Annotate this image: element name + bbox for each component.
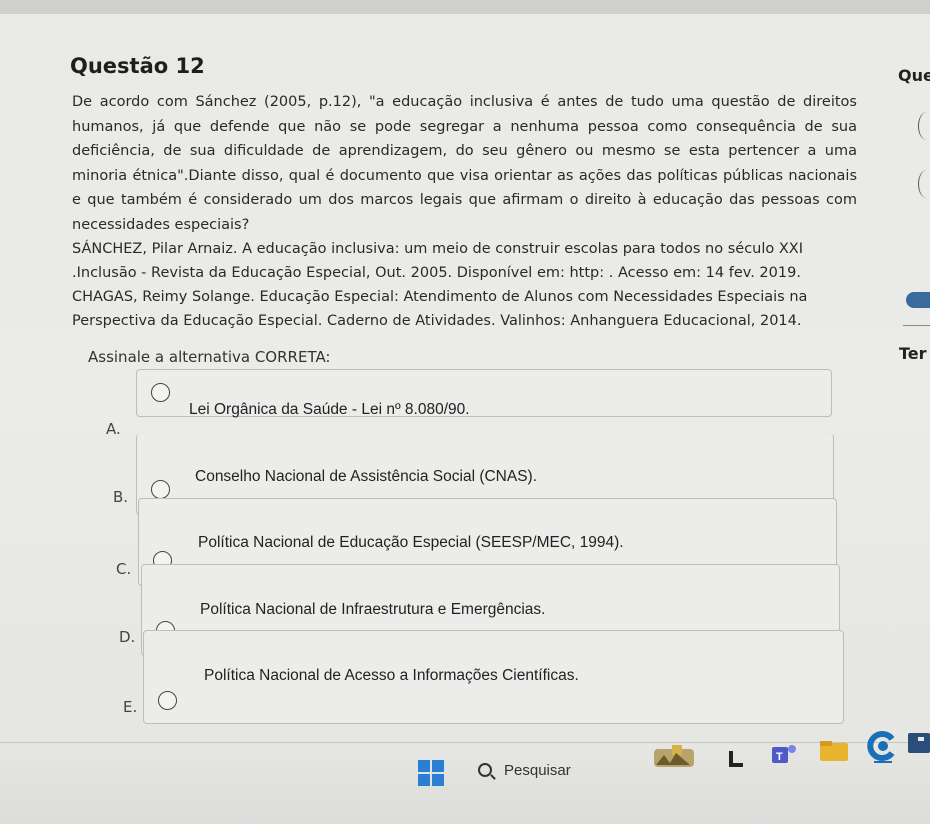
option-a-letter: A. <box>106 420 121 438</box>
search-icon <box>478 763 492 777</box>
svg-text:T: T <box>776 751 783 763</box>
widgets-icon[interactable] <box>650 743 702 773</box>
taskbar-search[interactable]: Pesquisar <box>466 755 636 787</box>
store-icon[interactable] <box>906 731 930 755</box>
file-explorer-icon[interactable] <box>818 735 852 765</box>
option-d-label: Política Nacional de Infraestrutura e Em… <box>200 601 546 618</box>
windows-start-icon[interactable] <box>418 760 444 786</box>
option-a-label: Lei Orgânica da Saúde - Lei nº 8.080/90. <box>189 401 470 418</box>
option-b-label: Conselho Nacional de Assistência Social … <box>195 468 538 485</box>
question-prompt: Assinale a alternativa CORRETA: <box>88 348 331 366</box>
taskbar-search-label: Pesquisar <box>504 762 571 779</box>
side-panel-bracket-2 <box>918 170 930 198</box>
question-title: Questão 12 <box>70 54 205 78</box>
browser-top-edge <box>0 0 930 14</box>
side-panel-progress <box>906 292 930 308</box>
reference-2-line-2: Perspectiva da Educação Especial. Cadern… <box>72 313 802 329</box>
option-b-radio[interactable] <box>151 480 170 499</box>
option-e-letter: E. <box>123 698 138 716</box>
side-panel-divider <box>903 325 930 326</box>
side-panel-ter[interactable]: Ter <box>899 344 927 363</box>
option-c-letter: C. <box>116 560 132 578</box>
reference-1-line-1: SÁNCHEZ, Pilar Arnaiz. A educação inclus… <box>72 241 804 257</box>
option-b-letter: B. <box>113 488 129 506</box>
question-text: De acordo com Sánchez (2005, p.12), "a e… <box>72 94 857 233</box>
windows-taskbar: Pesquisar T <box>0 731 930 824</box>
teams-icon[interactable]: T <box>770 741 798 769</box>
option-d-letter: D. <box>119 628 136 646</box>
option-e-label: Política Nacional de Acesso a Informaçõe… <box>204 667 579 684</box>
page: Questão 12 De acordo com Sánchez (2005, … <box>0 0 930 824</box>
reference-1-line-2: .Inclusão - Revista da Educação Especial… <box>72 265 801 281</box>
side-panel-bracket-1 <box>918 112 930 140</box>
option-a-radio[interactable] <box>151 383 170 402</box>
option-a[interactable]: Lei Orgânica da Saúde - Lei nº 8.080/90. <box>136 369 832 418</box>
option-e-radio[interactable] <box>158 691 177 710</box>
reference-2-line-1: CHAGAS, Reimy Solange. Educação Especial… <box>72 289 808 305</box>
chrome-icon[interactable] <box>866 729 900 765</box>
side-panel-title: Ques <box>898 66 930 85</box>
option-c-label: Política Nacional de Educação Especial (… <box>198 534 624 551</box>
option-e[interactable]: Política Nacional de Acesso a Informaçõe… <box>143 630 844 724</box>
task-view-icon[interactable] <box>726 749 748 771</box>
